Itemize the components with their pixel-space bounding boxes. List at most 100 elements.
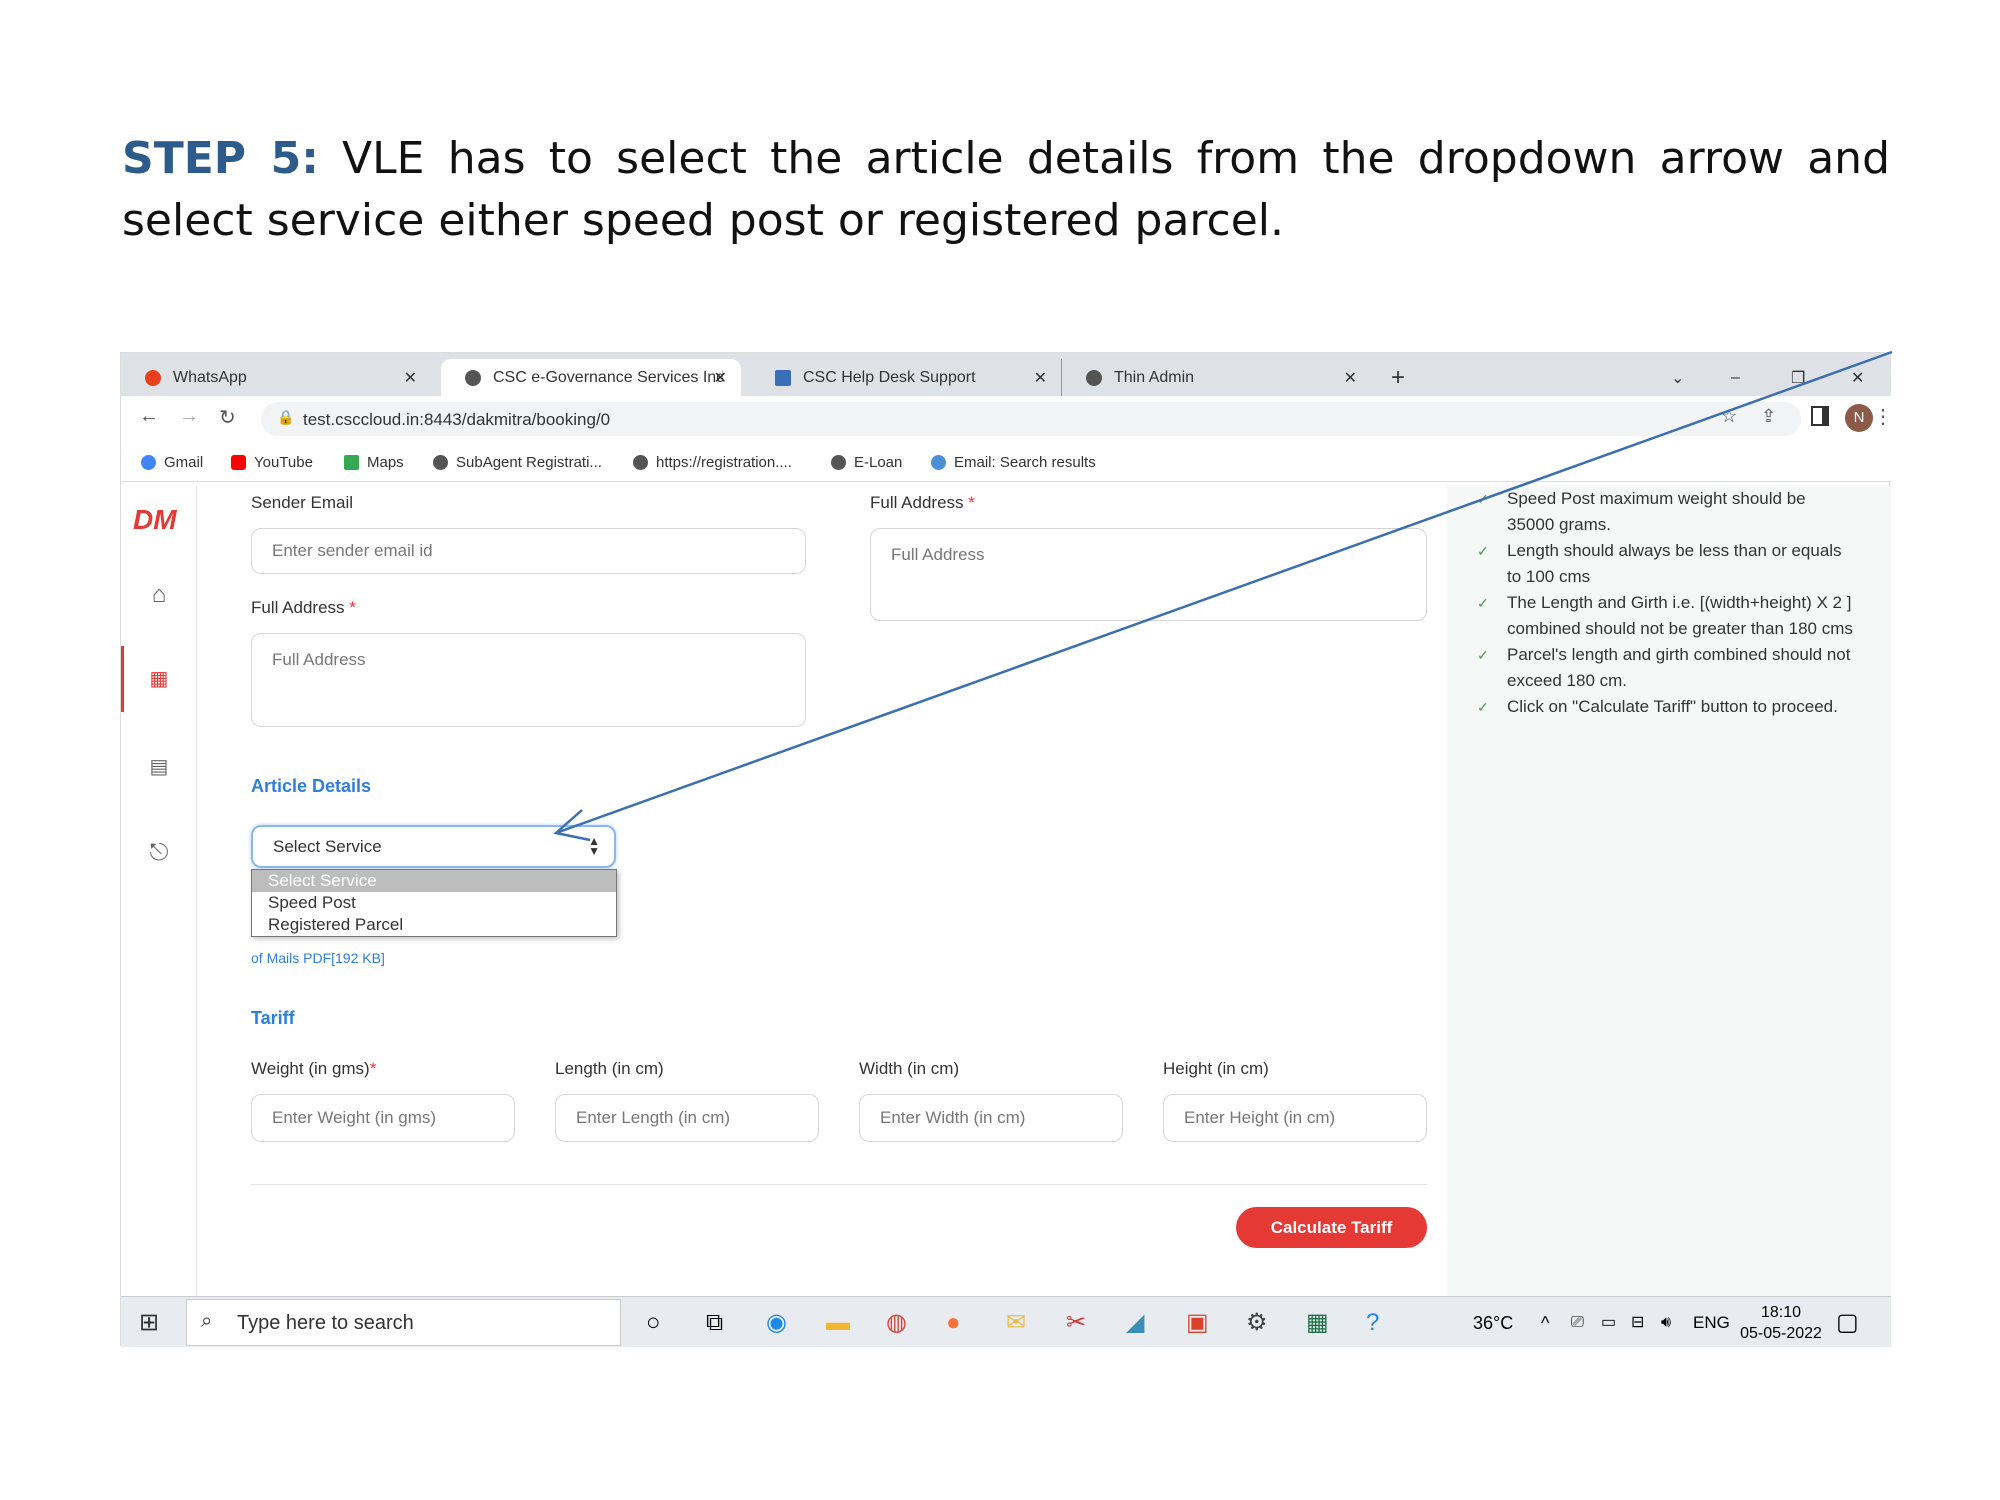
csc-icon — [775, 369, 791, 386]
google-icon — [141, 455, 156, 470]
bookmark-label: E-Loan — [854, 454, 903, 471]
full-address-textarea-right[interactable]: Full Address — [870, 528, 1427, 621]
star-icon[interactable]: ☆ — [1721, 406, 1737, 427]
step-instruction: STEP 5: VLE has to select the article de… — [122, 128, 1890, 252]
bookmark-subagent[interactable]: SubAgent Registrati... — [433, 454, 602, 471]
maps-icon — [344, 455, 359, 470]
globe-icon — [1086, 369, 1102, 386]
width-input[interactable]: Enter Width (in cm) — [859, 1094, 1123, 1142]
bookmark-gmail[interactable]: Gmail — [141, 454, 203, 471]
globe-icon — [633, 455, 648, 470]
taskbar-search-input[interactable]: ⌕ Type here to search — [186, 1299, 621, 1346]
bookmark-label: https://registration.... — [656, 454, 792, 471]
cortana-icon[interactable]: ○ — [646, 1309, 661, 1337]
mail-app-icon[interactable]: ✉ — [1006, 1309, 1026, 1337]
file-explorer-icon[interactable]: ▬ — [826, 1309, 850, 1337]
excel-icon[interactable]: ▦ — [1306, 1309, 1329, 1337]
edge-icon[interactable]: ◉ — [766, 1309, 787, 1337]
calculate-tariff-button[interactable]: Calculate Tariff — [1236, 1207, 1427, 1248]
bookmark-registration[interactable]: https://registration.... — [633, 454, 792, 471]
tab-label: CSC e-Governance Services India — [493, 368, 723, 386]
forward-icon[interactable]: → — [179, 405, 199, 428]
tab-thin-admin[interactable]: Thin Admin ✕ — [1061, 359, 1371, 396]
full-address-textarea[interactable]: Full Address — [251, 633, 806, 727]
sender-email-label: Sender Email — [251, 493, 354, 512]
height-input[interactable]: Enter Height (in cm) — [1163, 1094, 1427, 1142]
app-icon[interactable]: ◢ — [1126, 1309, 1144, 1337]
tab-help-desk[interactable]: CSC Help Desk Support ✕ — [751, 359, 1061, 396]
calendar-icon[interactable]: ▦ — [146, 666, 172, 692]
guideline-item: Length should always be less than or equ… — [1477, 538, 1857, 590]
tab-label: WhatsApp — [173, 368, 247, 386]
camera-icon[interactable]: ⎚ — [1571, 1309, 1584, 1337]
pdf-link[interactable]: of Mails PDF[192 KB] — [251, 950, 385, 966]
settings-icon[interactable]: ⚙ — [1246, 1309, 1268, 1337]
option-registered-parcel[interactable]: Registered Parcel — [252, 914, 616, 936]
service-select[interactable]: Select Service ▲ ▼ — [251, 825, 616, 868]
network-icon[interactable]: ⊟ — [1631, 1309, 1644, 1337]
close-tab-icon[interactable]: ✕ — [714, 368, 727, 388]
guidelines-list: Speed Post maximum weight should be 3500… — [1477, 486, 1857, 720]
service-dropdown-list: Select Service Speed Post Registered Par… — [251, 869, 617, 937]
volume-icon[interactable]: 🔊︎ — [1661, 1309, 1671, 1337]
article-details-heading: Article Details — [251, 776, 372, 796]
time: 18:10 — [1760, 1304, 1802, 1321]
language-indicator[interactable]: ENG — [1693, 1309, 1730, 1337]
temperature[interactable]: 36°C — [1473, 1309, 1513, 1337]
tab-whatsapp[interactable]: WhatsApp ✕ — [121, 359, 431, 396]
pdf-app-icon[interactable]: ▣ — [1186, 1309, 1209, 1337]
clock[interactable]: 18:10 05-05-2022 — [1736, 1302, 1826, 1344]
tab-bar: WhatsApp ✕ CSC e-Governance Services Indi… — [121, 353, 1891, 396]
tab-search-icon[interactable]: ⌄ — [1671, 359, 1684, 396]
chrome-icon[interactable]: ◍ — [886, 1309, 907, 1337]
battery-icon[interactable]: ▭ — [1601, 1309, 1616, 1337]
length-input[interactable]: Enter Length (in cm) — [555, 1094, 819, 1142]
close-tab-icon[interactable]: ✕ — [1034, 368, 1047, 388]
option-speed-post[interactable]: Speed Post — [252, 892, 616, 914]
snipping-tool-icon[interactable]: ✂ — [1066, 1309, 1086, 1337]
bookmark-label: Gmail — [164, 454, 204, 471]
restore-button[interactable]: ❐ — [1791, 359, 1805, 396]
reload-icon[interactable]: ↻ — [219, 405, 236, 430]
sender-email-input[interactable]: Enter sender email id — [251, 528, 806, 574]
profile-avatar[interactable]: N — [1845, 404, 1873, 432]
bookmark-eloan[interactable]: E-Loan — [831, 454, 902, 471]
label-text: Full Address — [251, 598, 345, 617]
label-text: Full Address — [870, 493, 964, 512]
active-indicator — [121, 646, 124, 712]
guidelines-panel: Speed Post maximum weight should be 3500… — [1447, 486, 1891, 1296]
bookmark-label: Maps — [367, 454, 404, 471]
bookmark-maps[interactable]: Maps — [344, 454, 404, 471]
close-tab-icon[interactable]: ✕ — [1344, 368, 1357, 388]
close-tab-icon[interactable]: ✕ — [404, 368, 417, 388]
new-tab-button[interactable]: + — [1381, 359, 1405, 396]
minimize-button[interactable]: – — [1731, 359, 1740, 396]
show-hidden-icons[interactable]: ^ — [1541, 1309, 1549, 1337]
bookmark-youtube[interactable]: YouTube — [231, 454, 313, 471]
weight-input[interactable]: Enter Weight (in gms) — [251, 1094, 515, 1142]
firefox-icon[interactable]: ● — [946, 1309, 961, 1337]
back-icon[interactable]: ← — [139, 405, 159, 428]
close-window-button[interactable]: ✕ — [1851, 359, 1864, 396]
share-icon[interactable]: ⇪ — [1761, 406, 1776, 427]
required-mark: * — [349, 598, 356, 617]
home-icon[interactable]: ⌂ — [146, 582, 172, 608]
youtube-icon — [231, 455, 246, 470]
logout-icon[interactable]: ⎋ — [146, 840, 172, 866]
url-input[interactable]: 🔒 test.csccloud.in:8443/dakmitra/booking/… — [261, 402, 1801, 436]
windows-start-icon[interactable]: ⊞ — [139, 1309, 159, 1337]
notifications-icon[interactable]: ▢ — [1836, 1309, 1859, 1337]
bookmark-label: YouTube — [254, 454, 313, 471]
width-label: Width (in cm) — [859, 1059, 960, 1078]
bookmark-label: Email: Search results — [954, 454, 1096, 471]
bookmark-email[interactable]: Email: Search results — [931, 454, 1096, 471]
task-view-icon[interactable]: ⧉ — [706, 1309, 723, 1337]
side-panel-icon[interactable] — [1811, 406, 1829, 426]
tab-csc-egov[interactable]: CSC e-Governance Services India ✕ — [441, 359, 741, 396]
option-select-service[interactable]: Select Service — [252, 870, 616, 892]
archive-icon[interactable]: ▤ — [146, 754, 172, 780]
help-icon[interactable]: ? — [1366, 1309, 1379, 1337]
url-text: test.csccloud.in:8443/dakmitra/booking/0 — [303, 410, 611, 429]
app-sidebar: DM ⌂ ▦ ▤ ⎋ — [121, 486, 197, 1296]
menu-icon[interactable]: ⋮ — [1873, 404, 1893, 429]
